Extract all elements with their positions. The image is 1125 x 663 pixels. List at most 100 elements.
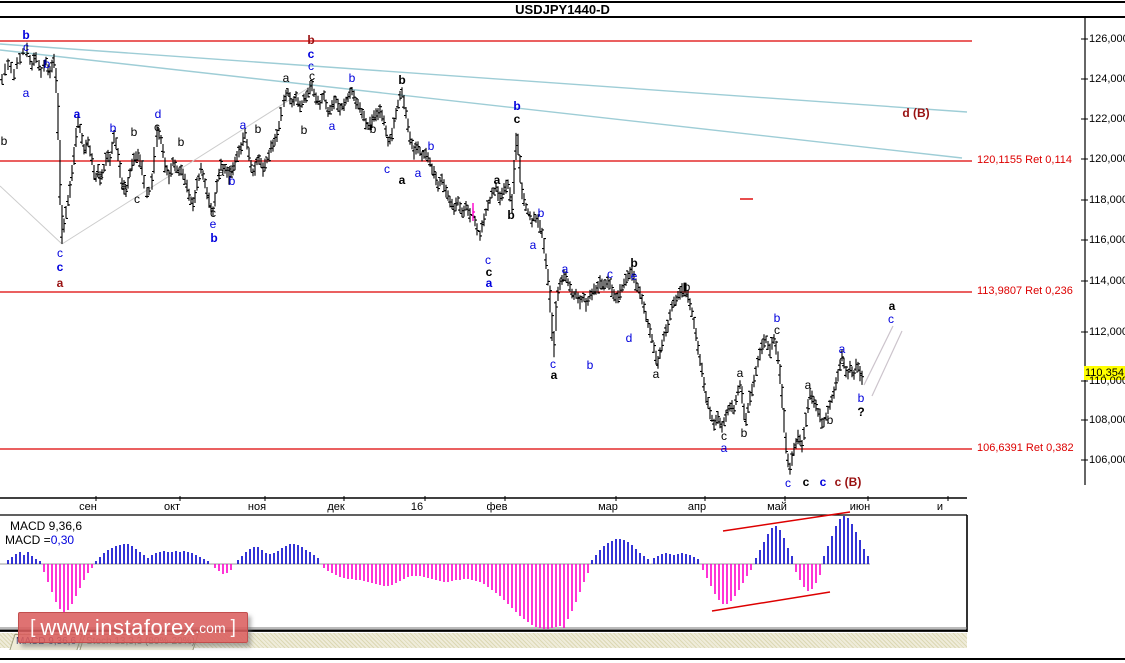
y-axis-label: 112,000 xyxy=(1089,326,1125,338)
fib-level-label: 113,9807 Ret 0,236 xyxy=(977,285,1073,297)
wave-label: e xyxy=(630,269,638,283)
wave-label: a xyxy=(96,167,104,181)
wave-label: e xyxy=(209,217,217,231)
wave-label: c xyxy=(774,323,780,337)
wave-label: a xyxy=(493,173,501,187)
gray-trendline xyxy=(0,185,63,245)
wave-label: b xyxy=(630,256,638,270)
wave-label: c xyxy=(819,475,827,489)
wave-label: c xyxy=(154,120,160,134)
instaforex-logo[interactable]: [www.instaforex .com] xyxy=(18,612,248,643)
wave-label: b xyxy=(427,139,435,153)
wave-label: a xyxy=(804,378,812,392)
projection-line xyxy=(871,330,903,397)
wave-label: c xyxy=(802,475,810,489)
wave-label: a xyxy=(414,166,422,180)
wave-label: a xyxy=(282,71,290,85)
projection-line xyxy=(863,325,894,386)
y-axis-label: 114,000 xyxy=(1089,275,1125,287)
wave-label: b xyxy=(398,73,406,87)
wave-label: c xyxy=(23,40,29,54)
x-axis-label: мар xyxy=(598,501,618,513)
wave-label: c xyxy=(785,476,791,490)
wave-label: c xyxy=(228,161,234,175)
y-axis-label: 110,000 xyxy=(1089,375,1125,387)
wave-label: c xyxy=(888,312,894,326)
wave-label: b xyxy=(130,125,138,139)
wave-label: a xyxy=(56,276,64,290)
wave-label: c xyxy=(513,112,521,126)
x-axis-label: ноя xyxy=(247,501,267,513)
wave-label: b xyxy=(683,280,691,294)
wave-label: b xyxy=(177,135,185,149)
logo-bracket-right: ] xyxy=(230,616,236,638)
wave-label: b xyxy=(826,413,834,427)
x-axis-label: окт xyxy=(163,501,181,513)
x-axis-label: и xyxy=(936,501,944,513)
wave-label: b xyxy=(109,121,117,135)
y-axis-label: 106,000 xyxy=(1089,454,1125,466)
wave-label: ? xyxy=(857,405,865,419)
wave-label: c (B) xyxy=(834,475,862,489)
wave-label: b xyxy=(586,358,594,372)
x-axis-label: сен xyxy=(79,501,97,513)
wave-label: b xyxy=(740,426,748,440)
x-axis-label: фев xyxy=(486,501,508,513)
y-axis-label: 126,000 xyxy=(1089,33,1125,45)
wave-label: a xyxy=(720,441,728,455)
wave-label: a xyxy=(398,173,406,187)
logo-text: www.instaforex xyxy=(40,614,196,640)
wave-label: b xyxy=(210,231,218,245)
macd-value: 0,30 xyxy=(50,533,75,547)
wave-label: d (B) xyxy=(902,106,930,120)
cyan-trendline xyxy=(0,43,968,113)
x-axis-label: апр xyxy=(687,501,707,513)
wave-label: b xyxy=(369,122,377,136)
macd-channel-line xyxy=(711,591,831,612)
wave-label: a xyxy=(652,367,660,381)
wave-label: a xyxy=(888,299,896,313)
wave-label: c xyxy=(134,192,140,206)
wave-label: c xyxy=(607,267,613,281)
logo-bracket-left: [ xyxy=(30,616,36,638)
x-axis-label: июн xyxy=(849,501,871,513)
wave-label: b xyxy=(507,208,515,222)
price-and-macd-chart[interactable] xyxy=(0,0,1125,663)
fib-level-label: 106,6391 Ret 0,382 xyxy=(977,442,1074,454)
wave-label: b xyxy=(857,391,865,405)
wave-label: a xyxy=(22,86,30,100)
wave-label: a xyxy=(736,366,744,380)
wave-label: b xyxy=(43,57,51,71)
wave-label: b xyxy=(300,123,308,137)
y-axis-label: 108,000 xyxy=(1089,414,1125,426)
wave-label: c xyxy=(839,353,845,367)
bottom-window-border xyxy=(0,658,1125,660)
fib-level-label: 120,1155 Ret 0,114 xyxy=(977,154,1073,166)
wave-label: b xyxy=(0,134,8,148)
wave-label: a xyxy=(73,107,81,121)
y-axis-label: 116,000 xyxy=(1089,234,1125,246)
wave-label: b xyxy=(254,122,262,136)
wave-label: a xyxy=(120,179,128,193)
y-axis-label: 124,000 xyxy=(1089,73,1125,85)
wave-label: b xyxy=(348,71,356,85)
wave-label: a xyxy=(561,262,569,276)
wave-label: a xyxy=(217,165,225,179)
macd-value-prefix: MACD = xyxy=(5,533,51,547)
wave-label: a xyxy=(485,276,493,290)
wave-label: d xyxy=(154,107,162,121)
trading-chart-window: USDJPY1440-D MACD 9,36,6 MACD =0,30 110,… xyxy=(0,0,1125,663)
wave-label: a xyxy=(550,368,558,382)
wave-label: c xyxy=(384,162,390,176)
logo-suffix: .com xyxy=(195,619,226,636)
wave-label: c xyxy=(309,69,315,83)
x-axis-label: май xyxy=(767,501,787,513)
macd-value-label: MACD =0,30 xyxy=(5,533,74,547)
wave-label: b xyxy=(513,99,521,113)
wave-label: a xyxy=(328,119,336,133)
wave-label: b xyxy=(307,33,315,47)
wave-label: c xyxy=(56,260,64,274)
price-bars xyxy=(0,42,864,475)
wave-label: b xyxy=(537,206,545,220)
x-axis-label: 16 xyxy=(410,501,424,513)
